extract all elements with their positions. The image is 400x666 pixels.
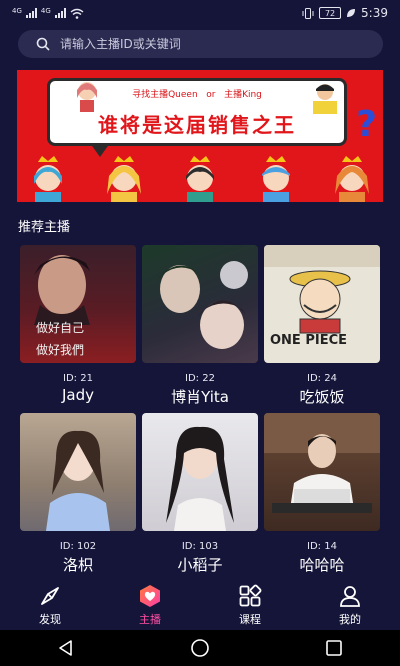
network-label-1: 4G (12, 6, 22, 15)
streamer-photo (20, 413, 136, 531)
nav-label: 发现 (39, 612, 61, 626)
streamer-photo: ONE PIECE (264, 245, 380, 363)
nav-item-profile[interactable]: 我的 (310, 584, 390, 627)
recents-icon[interactable] (325, 639, 343, 657)
bottom-nav: 发现 主播 课程 我的 (0, 580, 400, 630)
streamer-photo (142, 245, 258, 363)
photo-caption-line-1: 做好自己 (36, 321, 85, 335)
banner-face-4 (262, 156, 290, 202)
wifi-icon (70, 8, 84, 19)
streamer-card[interactable]: ID: 22 博肖Yita (142, 245, 258, 407)
streamer-id: ID: 103 (181, 541, 219, 552)
system-nav-bar (0, 630, 400, 666)
streamer-name: 博肖Yita (171, 388, 229, 406)
network-label-2: 4G (40, 6, 51, 15)
compass-icon (41, 586, 59, 605)
status-bar: 4G 4G 72 5:39 (0, 0, 400, 26)
banner-face-2 (107, 156, 141, 202)
search-bar[interactable] (18, 30, 383, 58)
photo-caption: ONE PIECE (270, 333, 348, 348)
status-time: 5:39 (361, 6, 388, 20)
streamer-photo: 做好自己 做好我們 (20, 245, 136, 363)
photo-caption-line-2: 做好我們 (36, 343, 85, 357)
banner-face-1 (34, 156, 62, 202)
battery-indicator: 72 (319, 7, 342, 19)
nav-item-streamers[interactable]: 主播 (110, 584, 190, 627)
streamer-id: ID: 22 (185, 373, 215, 384)
streamer-id: ID: 14 (307, 541, 337, 552)
streamer-photo (142, 413, 258, 531)
signal-icon-2 (54, 8, 66, 18)
signal-icon (25, 8, 37, 18)
streamer-name: 小稻子 (177, 556, 223, 574)
nav-label: 课程 (239, 612, 261, 626)
banner-title: 谁将是这届销售之王 (98, 113, 296, 137)
streamer-name: Jady (61, 386, 94, 404)
leaf-icon (347, 9, 356, 17)
nav-label: 主播 (139, 612, 161, 626)
streamer-card[interactable]: ID: 102 洛枳 (20, 413, 136, 575)
streamer-id: ID: 24 (307, 373, 337, 384)
person-icon (340, 585, 360, 607)
streamer-card[interactable]: ID: 14 哈哈哈 (264, 413, 380, 575)
streamer-card[interactable]: 做好自己 做好我們 ID: 21 Jady (20, 245, 136, 404)
promo-banner[interactable]: 寻找主播Queen or 主播King 谁将是这届销售之王 ? (17, 70, 383, 202)
heart-badge-icon (140, 584, 160, 607)
streamer-id: ID: 21 (63, 373, 93, 384)
streamer-name: 洛枳 (62, 556, 93, 574)
status-left: 4G 4G (12, 6, 84, 19)
banner-king-avatar (313, 84, 337, 114)
status-right: 72 5:39 (302, 6, 388, 20)
banner-question-mark: ? (356, 104, 377, 145)
streamer-card[interactable]: ID: 103 小稻子 (142, 413, 258, 575)
banner-face-3 (186, 156, 214, 202)
search-icon (36, 37, 50, 51)
banner-face-5 (335, 156, 369, 202)
search-input[interactable] (60, 37, 340, 51)
nav-item-discover[interactable]: 发现 (10, 584, 90, 627)
section-title: 推荐主播 (18, 220, 71, 235)
streamer-id: ID: 102 (59, 541, 97, 552)
banner-queen-avatar (77, 82, 97, 112)
nav-item-courses[interactable]: 课程 (210, 584, 290, 627)
streamer-photo (264, 413, 380, 531)
nav-label: 我的 (339, 612, 361, 626)
grid-icon (239, 584, 262, 606)
back-icon[interactable] (57, 639, 75, 657)
streamer-card[interactable]: ONE PIECE ID: 24 吃饭饭 (264, 245, 380, 407)
home-icon[interactable] (190, 638, 210, 658)
vibrate-icon (302, 7, 314, 19)
streamer-name: 吃饭饭 (299, 388, 345, 406)
streamer-name: 哈哈哈 (299, 556, 345, 574)
